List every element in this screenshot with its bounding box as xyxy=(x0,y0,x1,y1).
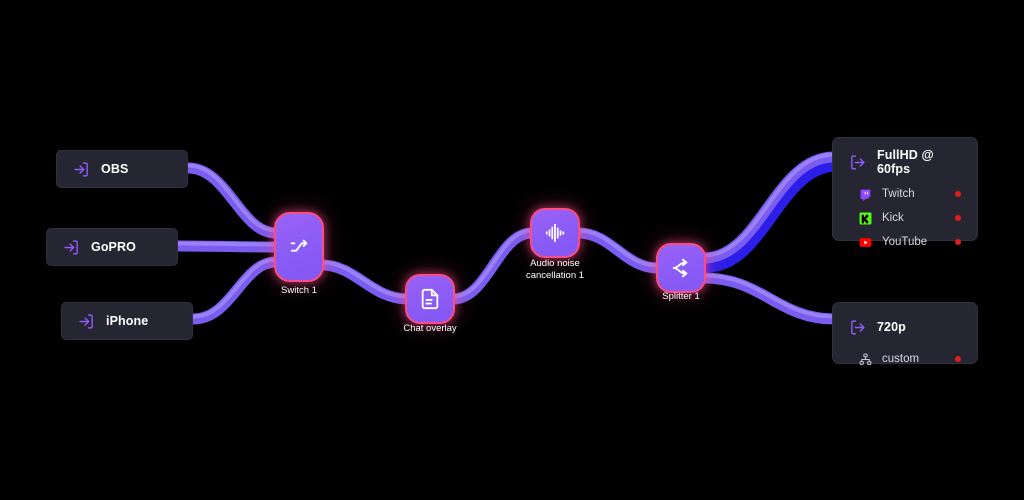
source-node-row: OBS xyxy=(57,151,187,187)
input-arrow-icon xyxy=(78,313,95,330)
kick-icon xyxy=(859,212,872,225)
edge-highlight xyxy=(176,241,278,247)
input-arrow-icon xyxy=(73,161,90,178)
status-dot xyxy=(955,239,961,245)
destination-list: Twitch Kick YouTube xyxy=(833,182,977,254)
output-arrow-icon xyxy=(849,319,866,336)
destination-row[interactable]: YouTube xyxy=(833,230,977,254)
output-panel-title: 720p xyxy=(877,320,906,334)
output-panel-header: 720p xyxy=(833,314,977,338)
split-arrows-icon xyxy=(670,257,692,279)
source-node-gopro[interactable]: GoPRO xyxy=(46,228,178,266)
source-node-row: iPhone xyxy=(62,303,192,339)
youtube-icon xyxy=(859,236,872,249)
destination-row[interactable]: Twitch xyxy=(833,182,977,206)
edge[interactable] xyxy=(182,162,282,239)
destination-label: YouTube xyxy=(882,236,928,248)
source-node-label: GoPRO xyxy=(91,240,136,254)
source-node-obs[interactable]: OBS xyxy=(56,150,188,188)
input-arrow-icon xyxy=(63,239,80,256)
status-dot xyxy=(955,356,961,362)
destination-label: custom xyxy=(882,353,920,365)
output-panel-title: FullHD @ 60fps xyxy=(877,148,934,176)
output-arrow-icon xyxy=(849,154,866,171)
destination-list: custom xyxy=(833,347,977,371)
status-dot xyxy=(955,215,961,221)
output-panel-720p[interactable]: 720p custom xyxy=(832,302,978,365)
source-node-row: GoPRO xyxy=(47,229,177,265)
destination-label: Twitch xyxy=(882,188,915,200)
destination-row[interactable]: Kick xyxy=(833,206,977,230)
process-node-switch-1[interactable] xyxy=(274,212,324,282)
audio-wave-icon xyxy=(544,222,566,244)
destination-row[interactable]: custom xyxy=(833,347,977,371)
sitemap-icon xyxy=(859,353,872,366)
source-node-iphone[interactable]: iPhone xyxy=(61,302,193,340)
flow-canvas[interactable]: OBS GoPRO iPhone Switch 1 Chat overlay Aud… xyxy=(0,0,1024,500)
status-dot xyxy=(955,191,961,197)
destination-label: Kick xyxy=(882,212,904,224)
output-panel-fullhd-60fps[interactable]: FullHD @ 60fps Twitch Kick YouTube xyxy=(832,137,978,248)
output-panel-header: FullHD @ 60fps xyxy=(833,148,977,176)
process-node-splitter-1[interactable] xyxy=(656,243,706,293)
file-text-icon xyxy=(419,288,441,310)
source-node-label: OBS xyxy=(101,162,129,176)
process-node-audio-noise-cancellation-1[interactable] xyxy=(530,208,580,258)
source-node-label: iPhone xyxy=(106,314,149,328)
switch-icon xyxy=(288,236,310,258)
process-node-chat-overlay[interactable] xyxy=(405,274,455,324)
twitch-icon xyxy=(859,188,872,201)
